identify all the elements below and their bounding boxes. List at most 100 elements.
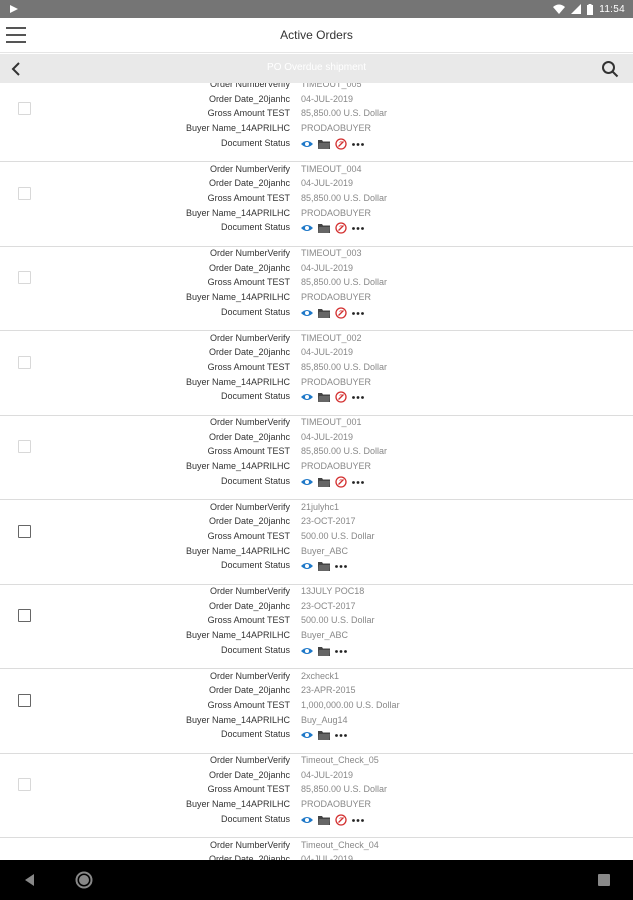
row-select-checkbox[interactable] — [18, 355, 31, 369]
eye-icon[interactable] — [300, 560, 314, 572]
eye-icon[interactable] — [300, 645, 314, 657]
order-row[interactable]: Order NumberVerify 13JULY POC18 Order Date… — [0, 585, 633, 669]
document-status-icons — [300, 644, 348, 658]
order-row[interactable]: Order NumberVerify TIMEOUT_003 Order Date_… — [0, 247, 633, 331]
folder-icon[interactable] — [317, 560, 331, 572]
field-label-document-status: Document Status — [220, 137, 290, 148]
field-label-buyer-name: Buyer Name_14APRILHC — [185, 376, 290, 387]
nav-back-icon[interactable] — [22, 872, 38, 888]
field-value-gross-amount: 85,850.00 U.S. Dollar — [301, 446, 388, 457]
battery-icon — [587, 3, 594, 15]
folder-icon[interactable] — [317, 476, 331, 488]
field-label-gross-amount: Gross Amount TEST — [207, 446, 290, 457]
row-select-checkbox[interactable] — [18, 186, 31, 200]
field-value-buyer-name: PRODAOBUYER — [301, 461, 372, 472]
more-icon[interactable] — [334, 729, 348, 741]
field-label-document-status: Document Status — [220, 306, 290, 317]
cancel-icon[interactable] — [334, 391, 348, 403]
eye-icon[interactable] — [300, 476, 314, 488]
status-bar: 11:54 — [0, 0, 633, 18]
row-select-checkbox[interactable] — [18, 102, 31, 115]
document-status-icons — [300, 137, 365, 151]
more-icon[interactable] — [351, 138, 365, 150]
more-icon[interactable] — [334, 560, 348, 572]
nav-home-icon[interactable] — [75, 871, 93, 889]
order-row[interactable]: Order NumberVerify TIMEOUT_002 Order Date_… — [0, 332, 633, 416]
field-label-order-number: Order NumberVerify — [209, 586, 290, 596]
folder-icon[interactable] — [317, 814, 331, 826]
document-status-icons — [300, 559, 348, 573]
order-row[interactable]: Order NumberVerify 21julyhc1 Order Date_20… — [0, 501, 633, 585]
order-list[interactable]: Order NumberVerify TIMEOUT_005 Order Date_… — [0, 83, 633, 860]
row-select-checkbox[interactable] — [18, 271, 31, 284]
field-label-document-status: Document Status — [220, 391, 290, 402]
signal-icon — [571, 4, 582, 14]
field-value-order-number: 2xcheck1 — [301, 670, 340, 681]
app-header: Active Orders — [0, 18, 633, 53]
folder-icon[interactable] — [317, 138, 331, 150]
eye-icon[interactable] — [300, 222, 314, 234]
sub-header-title: PO Overdue shipment — [267, 62, 366, 73]
status-time: 11:54 — [599, 3, 625, 15]
folder-icon[interactable] — [317, 307, 331, 319]
cancel-icon[interactable] — [334, 476, 348, 488]
field-label-order-date: Order Date_20janhc — [208, 347, 290, 358]
eye-icon[interactable] — [300, 307, 314, 319]
more-icon[interactable] — [351, 307, 365, 319]
order-row[interactable]: Order NumberVerify Timeout_Check_05 Order … — [0, 754, 633, 838]
row-select-checkbox[interactable] — [18, 524, 31, 538]
folder-icon[interactable] — [317, 391, 331, 403]
field-label-gross-amount: Gross Amount TEST — [207, 108, 290, 119]
row-select-checkbox[interactable] — [18, 440, 31, 453]
field-label-order-date: Order Date_20janhc — [208, 685, 290, 696]
order-row[interactable]: Order NumberVerify TIMEOUT_001 Order Date_… — [0, 416, 633, 500]
order-row[interactable]: Order NumberVerify TIMEOUT_004 Order Date_… — [0, 163, 633, 247]
field-label-order-number: Order NumberVerify — [209, 417, 290, 427]
row-select-checkbox[interactable] — [18, 609, 31, 622]
more-icon[interactable] — [334, 645, 348, 657]
field-value-gross-amount: 500.00 U.S. Dollar — [301, 530, 375, 541]
field-value-order-number: 21julyhc1 — [301, 501, 340, 512]
order-row[interactable]: Order NumberVerify 2xcheck1 Order Date_20j… — [0, 670, 633, 754]
field-value-buyer-name: PRODAOBUYER — [301, 123, 372, 134]
notification-icon — [10, 5, 18, 13]
wifi-icon — [553, 4, 566, 14]
cancel-icon[interactable] — [334, 307, 348, 319]
eye-icon[interactable] — [300, 138, 314, 150]
more-icon[interactable] — [351, 814, 365, 826]
row-select-checkbox[interactable] — [18, 778, 31, 791]
field-label-order-date: Order Date_20janhc — [208, 854, 290, 860]
field-value-gross-amount: 85,850.00 U.S. Dollar — [301, 192, 388, 203]
cancel-icon[interactable] — [334, 814, 348, 826]
field-label-order-number: Order NumberVerify — [209, 755, 290, 765]
nav-recent-icon[interactable] — [598, 874, 610, 886]
folder-icon[interactable] — [317, 645, 331, 657]
more-icon[interactable] — [351, 391, 365, 403]
field-value-buyer-name: PRODAOBUYER — [301, 799, 372, 810]
field-label-gross-amount: Gross Amount TEST — [207, 615, 290, 626]
eye-icon[interactable] — [300, 814, 314, 826]
field-value-order-number: Timeout_Check_05 — [301, 755, 379, 765]
search-icon[interactable] — [601, 60, 619, 78]
field-label-gross-amount: Gross Amount TEST — [207, 530, 290, 541]
cancel-icon[interactable] — [334, 138, 348, 150]
field-label-document-status: Document Status — [220, 560, 290, 571]
field-value-order-date: 23-OCT-2017 — [301, 516, 356, 527]
more-icon[interactable] — [351, 476, 365, 488]
cancel-icon[interactable] — [334, 222, 348, 234]
row-select-checkbox[interactable] — [18, 693, 31, 707]
field-label-order-date: Order Date_20janhc — [208, 262, 290, 273]
field-label-gross-amount: Gross Amount TEST — [207, 361, 290, 372]
field-value-order-number: TIMEOUT_005 — [301, 83, 362, 89]
order-row[interactable]: Order NumberVerify Timeout_Check_04 Order … — [0, 839, 633, 861]
field-label-order-number: Order NumberVerify — [209, 332, 290, 343]
folder-icon[interactable] — [317, 222, 331, 234]
document-status-icons — [300, 390, 365, 404]
field-value-order-date: 04-JUL-2019 — [301, 178, 354, 189]
eye-icon[interactable] — [300, 391, 314, 403]
order-row[interactable]: Order NumberVerify TIMEOUT_005 Order Date_… — [0, 83, 633, 162]
field-label-buyer-name: Buyer Name_14APRILHC — [185, 630, 290, 641]
more-icon[interactable] — [351, 222, 365, 234]
folder-icon[interactable] — [317, 729, 331, 741]
eye-icon[interactable] — [300, 729, 314, 741]
